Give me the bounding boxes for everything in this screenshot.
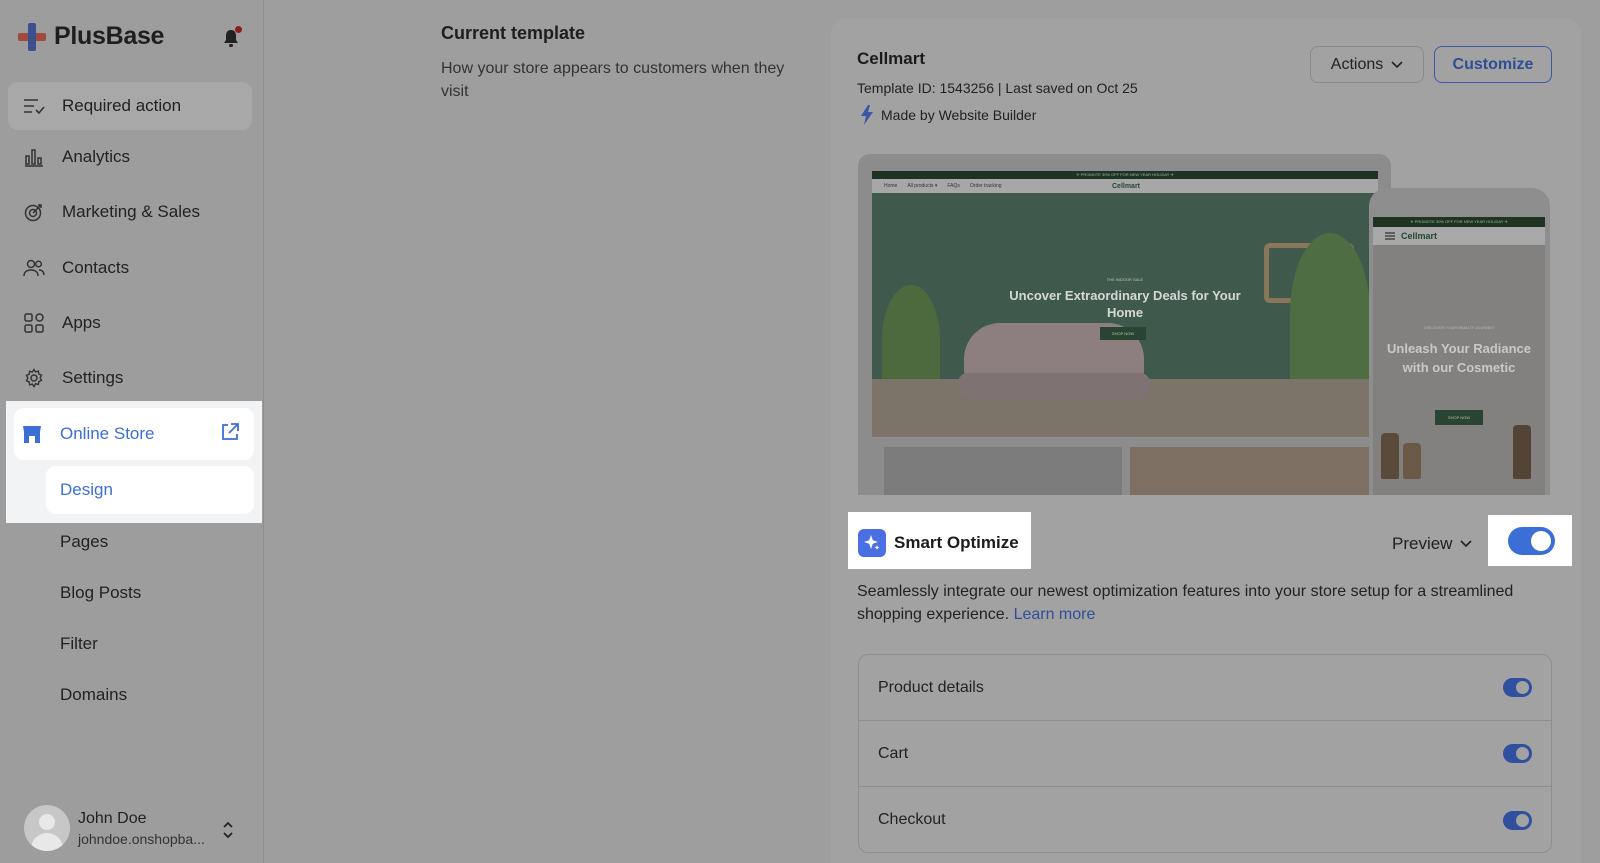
desktop-hero-eyebrow: THE INDOOR SALE — [1106, 277, 1144, 282]
sidebar-item-required-action[interactable]: Required action — [8, 82, 252, 130]
template-meta: Template ID: 1543256 | Last saved on Oct… — [857, 80, 1138, 96]
sidebar-item-label: Apps — [62, 313, 101, 332]
cart-toggle[interactable] — [1503, 744, 1532, 763]
desktop-hero: THE INDOOR SALE Uncover Extraordinary De… — [872, 193, 1378, 437]
mobile-promo-bar: ✈ PROMOTE 30% OFF FOR NEW YEAR HOLIDAY ✈ — [1373, 217, 1545, 227]
smart-optimize-label: Smart Optimize — [894, 533, 1019, 552]
chevron-down-icon — [1460, 540, 1473, 548]
preview-dropdown[interactable]: Preview — [1392, 534, 1473, 554]
smart-optimize-description: Seamlessly integrate our newest optimiza… — [857, 583, 1514, 623]
checkout-toggle[interactable] — [1503, 810, 1532, 830]
users-icon — [22, 256, 46, 280]
preview-label: Preview — [1392, 534, 1453, 553]
customize-button[interactable]: Customize — [1434, 46, 1552, 83]
sidebar-subitem-filter[interactable]: Filter — [60, 634, 98, 654]
made-by-label: Made by Website Builder — [860, 105, 1036, 125]
plus-logo-icon — [18, 22, 46, 51]
sidebar-item-contacts[interactable]: Contacts — [8, 244, 252, 292]
desktop-nav: Home All products ▾ FAQs Order tracking … — [872, 179, 1378, 193]
section-description: How your store appears to customers when… — [441, 60, 785, 100]
mobile-brand: Cellmart — [1401, 231, 1438, 241]
desktop-brand: Cellmart — [1112, 182, 1141, 190]
mobile-hero-cta: SHOP NOW — [1435, 410, 1483, 425]
option-label: Checkout — [878, 811, 946, 828]
sidebar-item-analytics[interactable]: Analytics — [8, 133, 252, 181]
sidebar-item-label: Marketing & Sales — [62, 202, 200, 221]
actions-dropdown-button[interactable]: Actions — [1310, 46, 1424, 83]
desktop-hero-heading: Uncover Extraordinary Deals for Your Hom… — [1009, 288, 1241, 320]
option-label: Cart — [878, 744, 909, 762]
notification-dot — [235, 26, 242, 33]
desktop-hero-cta: SHOP NOW — [1100, 327, 1146, 340]
desktop-preview[interactable]: ✈ PROMOTE 30% OFF FOR NEW YEAR HOLIDAY ✈… — [858, 154, 1391, 495]
list-check-icon — [22, 94, 46, 118]
product-details-toggle[interactable] — [1503, 678, 1532, 697]
smart-optimize-toggle[interactable] — [1508, 527, 1555, 555]
menu-icon — [1385, 232, 1395, 240]
optimize-options-list: Product details Cart Checkout — [858, 654, 1552, 853]
bar-chart-icon — [22, 145, 46, 169]
sparkle-icon — [858, 529, 886, 557]
lightning-icon — [861, 105, 873, 125]
template-name: Cellmart — [857, 49, 926, 68]
sidebar-item-settings[interactable]: Settings — [8, 354, 252, 402]
gear-icon — [22, 366, 46, 390]
mobile-hero-eyebrow: DISCOVER YOUR BEAUTY JOURNEY — [1423, 325, 1495, 330]
option-row-cart: Cart — [859, 721, 1551, 787]
external-link-icon[interactable] — [220, 422, 242, 444]
mobile-preview[interactable]: ✈ PROMOTE 30% OFF FOR NEW YEAR HOLIDAY ✈… — [1369, 188, 1550, 495]
user-profile[interactable]: John Doe johndoe.onshopba... — [24, 805, 205, 851]
grid-icon — [22, 311, 46, 335]
sidebar-item-label: Contacts — [62, 258, 130, 277]
actions-label: Actions — [1330, 55, 1384, 73]
sidebar-item-label: Settings — [62, 368, 124, 387]
sidebar-subitem-pages[interactable]: Pages — [60, 532, 108, 552]
desktop-tile — [1130, 447, 1378, 495]
sidebar-subitem-domains[interactable]: Domains — [60, 685, 127, 705]
user-name: John Doe — [78, 809, 147, 827]
option-row-product-details: Product details — [859, 655, 1551, 721]
sidebar-subitem-design[interactable]: Design — [46, 466, 254, 514]
sidebar-item-apps[interactable]: Apps — [8, 299, 252, 347]
sidebar-item-label: Required action — [62, 96, 182, 115]
bell-icon[interactable] — [222, 26, 242, 48]
brand-logo[interactable]: PlusBase — [18, 22, 164, 51]
expand-collapse-icon[interactable] — [222, 820, 234, 840]
learn-more-link[interactable]: Learn more — [1014, 606, 1096, 623]
made-by-text: Made by Website Builder — [881, 107, 1037, 123]
target-icon — [22, 200, 46, 224]
sidebar-item-online-store[interactable]: Online Store — [14, 408, 254, 460]
mobile-hero: DISCOVER YOUR BEAUTY JOURNEY Unleash You… — [1373, 245, 1545, 495]
brand-name: PlusBase — [54, 22, 165, 50]
chevron-down-icon — [1391, 60, 1403, 68]
desktop-promo-bar: ✈ PROMOTE 30% OFF FOR NEW YEAR HOLIDAY ✈ — [872, 171, 1378, 179]
sidebar-item-marketing[interactable]: Marketing & Sales — [8, 188, 252, 236]
sidebar-item-label: Analytics — [62, 147, 131, 166]
option-label: Product details — [878, 678, 984, 696]
desktop-tile — [884, 447, 1122, 495]
sidebar-subitem-blog-posts[interactable]: Blog Posts — [60, 583, 141, 603]
option-row-checkout: Checkout — [859, 787, 1551, 852]
user-shop-domain: johndoe.onshopba... — [78, 830, 205, 847]
online-store-label: Online Store — [60, 424, 155, 443]
mobile-nav: Cellmart — [1373, 227, 1545, 245]
avatar — [24, 805, 70, 851]
section-title: Current template — [441, 23, 586, 43]
mobile-hero-heading: Unleash Your Radiance with our Cosmetic — [1387, 341, 1532, 375]
store-icon — [20, 422, 44, 446]
